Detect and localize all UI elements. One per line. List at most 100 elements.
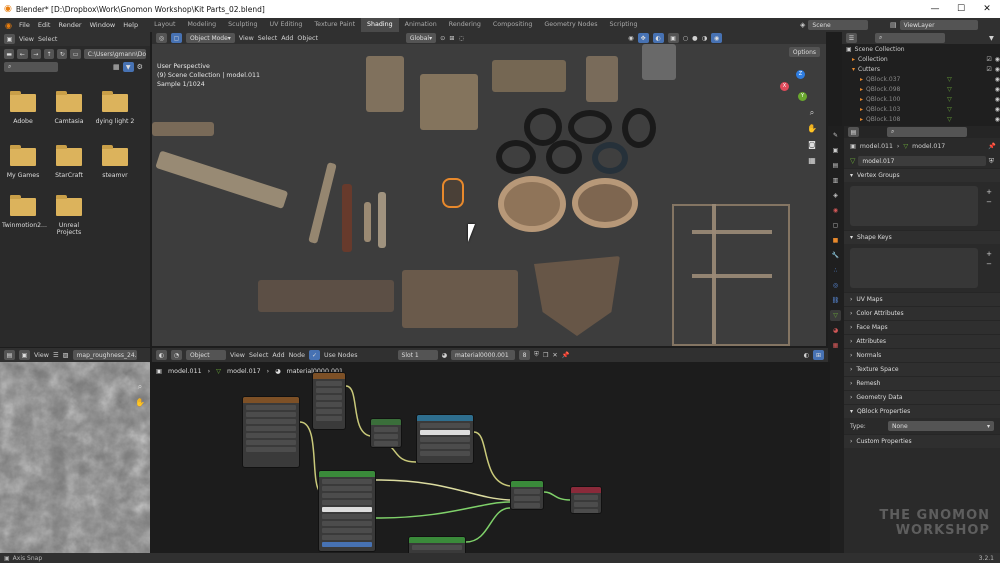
kit-part-engine[interactable] (402, 270, 518, 328)
unlink-material-icon[interactable]: ✕ (552, 352, 557, 359)
principled-bsdf-node[interactable] (318, 470, 376, 552)
remove-item-minus-icon[interactable]: − (986, 260, 992, 268)
material-output-node[interactable] (570, 486, 602, 514)
section-remesh[interactable]: › Remesh (844, 376, 1000, 390)
image-texture-node[interactable] (242, 396, 300, 468)
outliner-row-qblock[interactable]: ▸ QBlock.037 ▽ ◉ (842, 74, 1000, 84)
outliner-row-cutters[interactable]: ▾ Cutters ☑ ◉ (842, 64, 1000, 74)
workspace-tab-layout[interactable]: Layout (148, 18, 181, 32)
kit-part-scaffold[interactable] (692, 274, 772, 278)
file-search-input[interactable]: ⌕ (4, 62, 58, 72)
node-menu-view[interactable]: View (230, 352, 245, 359)
gizmo-z-axis[interactable]: Z (796, 70, 805, 79)
section-shape-keys[interactable]: ▾ Shape Keys (844, 230, 1000, 244)
image-mode-icon[interactable]: ▣ (19, 350, 30, 360)
use-nodes-checkbox[interactable]: ✓ (309, 350, 321, 360)
path-field[interactable]: C:\Users\gmann\Docu... (83, 49, 147, 59)
world-tab-icon[interactable]: ◉ (830, 205, 841, 216)
xray-toggle-icon[interactable]: ▣ (667, 33, 679, 43)
add-item-plus-icon[interactable]: + (986, 250, 992, 258)
workspace-tab-shading[interactable]: Shading (361, 18, 399, 32)
kit-part-shock[interactable] (378, 192, 386, 248)
back-arrow-icon[interactable]: ← (17, 49, 28, 59)
folder-item-camtasia[interactable]: Camtasia (48, 91, 90, 125)
material-users-count[interactable]: 8 (519, 350, 531, 360)
roughness-map-image[interactable]: ⌕ ✋ (0, 362, 150, 553)
add-item-plus-icon[interactable]: + (986, 188, 992, 196)
overlay-toggle-icon[interactable]: ◐ (804, 352, 810, 359)
view-layer-tab-icon[interactable]: ▥ (830, 175, 841, 186)
workspace-tab-sculpting[interactable]: Sculpting (222, 18, 263, 32)
kit-part-rail[interactable] (152, 122, 214, 136)
menu-file[interactable]: File (15, 21, 34, 29)
menu-edit[interactable]: Edit (34, 21, 55, 29)
tire-part[interactable] (546, 140, 582, 174)
render-tab-icon[interactable]: ▣ (830, 145, 841, 156)
fake-user-shield-icon[interactable]: ⛨ (989, 157, 994, 166)
outliner-row-qblock[interactable]: ▸ QBlock.100 ▽ ◉ (842, 94, 1000, 104)
workspace-tab-rendering[interactable]: Rendering (443, 18, 487, 32)
perspective-toggle-icon[interactable]: ▦ (806, 156, 818, 168)
image-editor-type-icon[interactable]: ▤ (4, 350, 15, 360)
section-normals[interactable]: › Normals (844, 348, 1000, 362)
fake-user-shield-icon[interactable]: ⛨ (534, 351, 539, 359)
section-texture-space[interactable]: › Texture Space (844, 362, 1000, 376)
gizmo-y-axis[interactable]: Y (798, 92, 807, 101)
viewport-menu-view[interactable]: View (239, 35, 254, 42)
shader-type-icon[interactable]: ◔ (171, 350, 182, 360)
object-mode-dropdown[interactable]: Object Mode ▾ (186, 33, 235, 43)
view-grid-icon[interactable]: ▦ (113, 63, 120, 71)
checkbox-icon[interactable]: ☑ (986, 56, 991, 63)
node-menu-node[interactable]: Node (289, 352, 305, 359)
pin-icon[interactable]: 📌 (988, 142, 996, 150)
section-uv-maps[interactable]: › UV Maps (844, 292, 1000, 306)
new-folder-icon[interactable]: ▭ (70, 49, 81, 59)
workspace-tab-scripting[interactable]: Scripting (604, 18, 644, 32)
overlay-toggle-icon[interactable]: ◐ (652, 33, 664, 43)
pin-icon[interactable]: 📌 (562, 351, 570, 359)
navigation-gizmo[interactable]: Z X Y (780, 70, 820, 110)
proportional-edit-icon[interactable]: ◌ (459, 35, 465, 42)
workspace-tab-geometry-nodes[interactable]: Geometry Nodes (538, 18, 603, 32)
viewport-editor-type-icon[interactable]: ◎ (156, 33, 167, 43)
visibility-eye-icon[interactable]: ◉ (628, 35, 634, 42)
folder-item-twinmotion[interactable]: Twinmotion2... (2, 195, 47, 229)
minimize-button[interactable]: — (922, 0, 948, 18)
mesh-data-name-field[interactable]: model.017 (858, 156, 986, 166)
parent-folder-icon[interactable]: ▬ (4, 49, 15, 59)
scene-tab-icon[interactable]: ◈ (830, 190, 841, 201)
settings-gear-icon[interactable]: ⚙ (137, 63, 143, 71)
viewport-menu-select[interactable]: Select (258, 35, 277, 42)
node-menu-select[interactable]: Select (249, 352, 268, 359)
properties-search-input[interactable]: ⌕ (887, 127, 967, 137)
folder-item-steamvr[interactable]: steamvr (94, 145, 136, 179)
particles-tab-icon[interactable]: ∴ (830, 265, 841, 276)
tool-tab-icon[interactable]: ✎ (830, 130, 841, 141)
kit-part-block[interactable] (642, 44, 676, 80)
tire-part[interactable] (572, 178, 638, 228)
kit-part-engine[interactable] (534, 256, 620, 336)
checkbox-icon[interactable]: ☑ (986, 66, 991, 73)
editor-type-icon[interactable]: ▣ (4, 34, 15, 44)
constraints-tab-icon[interactable]: ⛓ (830, 295, 841, 306)
collection-tab-icon[interactable]: ▢ (830, 220, 841, 231)
visibility-eye-icon[interactable]: ◉ (995, 76, 1000, 83)
tire-part[interactable] (496, 140, 536, 174)
kit-part-panel[interactable] (492, 60, 566, 92)
folder-item-starcraft[interactable]: StarCraft (48, 145, 90, 179)
section-qblock-properties[interactable]: ▾ QBlock Properties (844, 404, 1000, 418)
section-geometry-data[interactable]: › Geometry Data (844, 390, 1000, 404)
folder-item-dying-light-2[interactable]: dying light 2 (94, 91, 136, 125)
workspace-tab-animation[interactable]: Animation (399, 18, 443, 32)
maximize-button[interactable]: ☐ (948, 0, 974, 18)
forward-arrow-icon[interactable]: → (30, 49, 41, 59)
data-tab-icon[interactable]: ▽ (830, 310, 841, 321)
up-arrow-icon[interactable]: ↑ (43, 49, 55, 59)
gizmo-toggle-icon[interactable]: ✥ (637, 33, 649, 43)
gizmo-x-axis[interactable]: X (780, 82, 789, 91)
node-menu-add[interactable]: Add (272, 352, 284, 359)
kit-part-shock[interactable] (364, 202, 371, 242)
viewport-menu-add[interactable]: Add (281, 35, 293, 42)
scene-name-field[interactable]: Scene (808, 20, 869, 30)
shape-keys-list[interactable]: + − (850, 248, 992, 288)
